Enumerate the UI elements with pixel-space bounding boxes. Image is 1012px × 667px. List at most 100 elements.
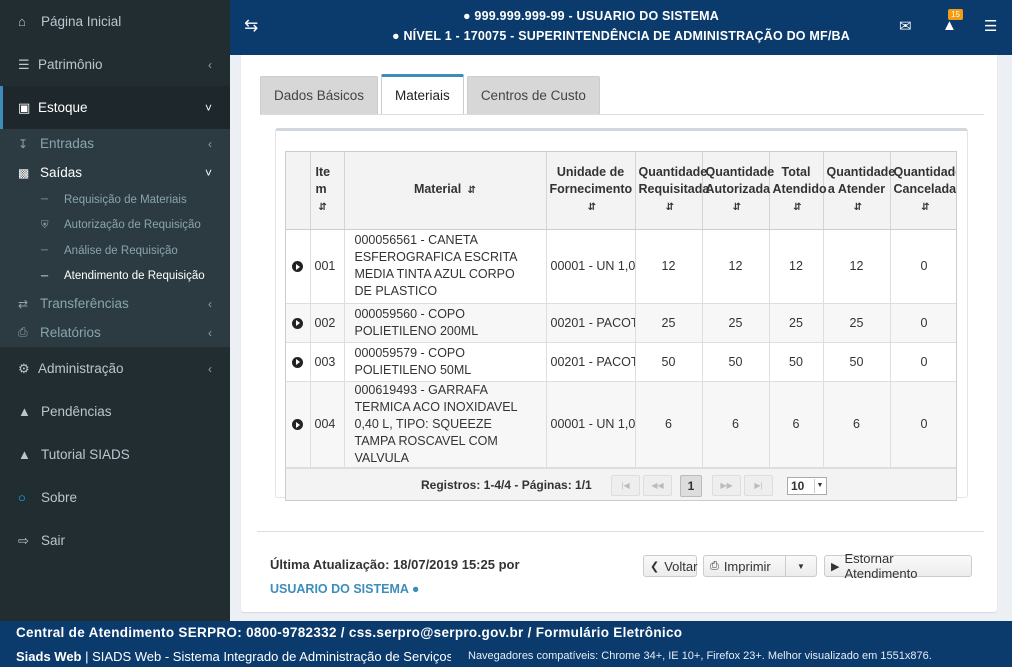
- col-total-atendido[interactable]: Total Atendido ⇵: [769, 152, 827, 230]
- cell-qtd-a-atender: 6: [823, 381, 891, 468]
- sidebar-item-patrimonio[interactable]: ☰ Patrimônio ‹: [0, 43, 230, 86]
- cell-item: 004: [310, 381, 345, 468]
- circle-icon: ○: [18, 490, 26, 505]
- col-qtd-a-atender[interactable]: Quantidade a Atender ⇵: [823, 152, 895, 230]
- row-expander[interactable]: [286, 381, 311, 468]
- print-button[interactable]: ⎙ Imprimir: [703, 555, 786, 577]
- estoque-submenu: ↧ Entradas ‹ ▩ Saídas ˅ ─ Requisição de …: [0, 129, 230, 347]
- row-expander[interactable]: [286, 342, 311, 382]
- cell-item: 001: [310, 229, 345, 304]
- dolly-icon: ▩: [18, 165, 30, 180]
- col-unidade[interactable]: Unidade de Fornecimento ⇵: [546, 152, 636, 230]
- tab-bar: Dados Básicos Materiais Centros de Custo: [260, 74, 600, 114]
- cell-unidade: 00201 - PACOT: [546, 342, 636, 382]
- box-icon: ▣: [18, 99, 31, 115]
- col-qtd-requisitada[interactable]: Quantidade Requisitada ⇵: [635, 152, 709, 230]
- top-header: ⇆ ● 999.999.999-99 - USUARIO DO SISTEMA …: [230, 0, 1012, 55]
- col-material[interactable]: Material ⇵: [344, 152, 547, 230]
- reverse-service-button[interactable]: ▶ Estornar Atendimento: [824, 551, 972, 581]
- cell-qtd-autorizada: 25: [702, 303, 770, 343]
- cell-qtd-a-atender: 12: [823, 229, 891, 304]
- sort-icon: ⇵: [853, 202, 863, 214]
- sidebar-item-requisicao-materiais[interactable]: ─ Requisição de Materiais: [0, 187, 230, 213]
- row-expander[interactable]: [286, 303, 311, 343]
- cell-qtd-cancelada: 0: [890, 342, 956, 382]
- chevron-left-icon: ❮: [650, 560, 660, 573]
- expand-icon: [292, 261, 304, 273]
- sidebar-item-sobre[interactable]: ○ Sobre: [0, 476, 230, 519]
- expand-icon: [292, 317, 304, 329]
- cell-material: 000059560 - COPO POLIETILENO 200ML: [344, 303, 547, 343]
- table-row[interactable]: 003 000059579 - COPO POLIETILENO 50ML 00…: [286, 342, 956, 382]
- cell-qtd-requisitada: 50: [635, 342, 703, 382]
- sidebar-item-relatorios[interactable]: ⎙ Relatórios ‹: [0, 318, 230, 347]
- chevron-left-icon: ‹: [208, 57, 212, 72]
- browser-compat-line: Navegadores compatíveis: Chrome 34+, IE …: [468, 650, 932, 662]
- first-page-icon[interactable]: |◀: [611, 474, 640, 496]
- last-page-icon[interactable]: ▶|: [744, 474, 773, 496]
- sidebar-item-transferencias[interactable]: ⇄ Transferências ‹: [0, 289, 230, 318]
- col-item[interactable]: Ite m ⇵: [310, 152, 345, 230]
- cell-material: 000056561 - CANETA ESFEROGRAFICA ESCRITA…: [344, 229, 547, 304]
- caret-down-icon: ▼: [797, 561, 805, 571]
- expand-icon: [292, 356, 304, 368]
- sidebar-item-atendimento-requisicao[interactable]: ─ Atendimento de Requisição: [0, 264, 230, 290]
- print-dropdown-button[interactable]: ▼: [785, 555, 817, 577]
- cell-qtd-requisitada: 25: [635, 303, 703, 343]
- table-row[interactable]: 002 000059560 - COPO POLIETILENO 200ML 0…: [286, 303, 956, 343]
- menu-icon[interactable]: ☰: [984, 17, 997, 35]
- row-expander[interactable]: [286, 229, 311, 304]
- sidebar-item-entradas[interactable]: ↧ Entradas ‹: [0, 129, 230, 158]
- sidebar-item-analise-requisicao[interactable]: ─ Análise de Requisição: [0, 238, 230, 264]
- col-expander: [286, 152, 311, 230]
- col-qtd-cancelada[interactable]: Quantidade Cancelada ⇵: [890, 152, 956, 230]
- chevron-left-icon: ‹: [208, 361, 212, 376]
- sidebar-item-pendencias[interactable]: ▲ Pendências: [0, 390, 230, 433]
- table-row[interactable]: 001 000056561 - CANETA ESFEROGRAFICA ESC…: [286, 229, 956, 304]
- envelope-icon[interactable]: ✉: [899, 17, 912, 35]
- grid-pager: Registros: 1-4/4 - Páginas: 1/1 |◀ ◀◀ 1 …: [286, 467, 956, 500]
- materials-grid: Ite m ⇵ Material ⇵ Unidade de Fornecimen…: [285, 151, 957, 501]
- sidebar-item-pagina-inicial[interactable]: ⌂ Página Inicial: [0, 0, 230, 43]
- tab-materiais[interactable]: Materiais: [381, 74, 464, 114]
- col-qtd-autorizada[interactable]: Quantidade Autorizada ⇵: [702, 152, 774, 230]
- cell-qtd-autorizada: 12: [702, 229, 770, 304]
- warning-icon: ▲: [18, 404, 31, 419]
- cell-unidade: 00201 - PACOT: [546, 303, 636, 343]
- cell-qtd-autorizada: 6: [702, 381, 770, 468]
- tab-dados-basicos[interactable]: Dados Básicos: [260, 76, 379, 114]
- cell-item: 003: [310, 342, 345, 382]
- cell-qtd-requisitada: 12: [635, 229, 703, 304]
- expand-icon: [292, 419, 304, 431]
- sign-out-icon: ⇨: [18, 532, 29, 548]
- back-button[interactable]: ❮ Voltar: [643, 555, 697, 577]
- exchange-icon: ⇄: [18, 296, 29, 311]
- last-update-user[interactable]: USUARIO DO SISTEMA ●: [270, 582, 419, 596]
- cell-qtd-cancelada: 0: [890, 229, 956, 304]
- current-page-button[interactable]: 1: [680, 474, 702, 497]
- cell-qtd-requisitada: 6: [635, 381, 703, 468]
- prev-page-icon[interactable]: ◀◀: [643, 474, 672, 496]
- sort-icon: ⇵: [467, 185, 477, 197]
- sidebar-item-saidas[interactable]: ▩ Saídas ˅: [0, 158, 230, 187]
- cell-total-atendido: 25: [769, 303, 824, 343]
- sort-icon: ⇵: [665, 202, 675, 214]
- sidebar-item-administracao[interactable]: ⚙ Administração ‹: [0, 347, 230, 390]
- sidebar-item-estoque[interactable]: ▣ Estoque ˅: [0, 86, 230, 129]
- cell-unidade: 00001 - UN 1,0: [546, 381, 636, 468]
- sidebar-item-tutorial[interactable]: ▲ Tutorial SIADS: [0, 433, 230, 476]
- sidebar-item-sair[interactable]: ⇨ Sair: [0, 519, 230, 562]
- chevron-left-icon: ‹: [208, 136, 212, 151]
- cell-material: 000059579 - COPO POLIETILENO 50ML: [344, 342, 547, 382]
- next-page-icon[interactable]: ▶▶: [712, 474, 741, 496]
- tab-centros-de-custo[interactable]: Centros de Custo: [466, 76, 600, 114]
- page-size-select[interactable]: 10 ▼: [787, 476, 827, 495]
- cell-qtd-a-atender: 25: [823, 303, 891, 343]
- cell-qtd-autorizada: 50: [702, 342, 770, 382]
- materials-table: Ite m ⇵ Material ⇵ Unidade de Fornecimen…: [286, 152, 956, 468]
- sort-icon: ⇵: [587, 202, 597, 214]
- sidebar-item-autorizacao-requisicao[interactable]: ⛨ Autorização de Requisição: [0, 213, 230, 239]
- user-icon: ●: [462, 9, 471, 23]
- sort-icon: ⇵: [732, 202, 742, 214]
- table-row[interactable]: 004 000619493 - GARRAFA TERMICA ACO INOX…: [286, 381, 956, 468]
